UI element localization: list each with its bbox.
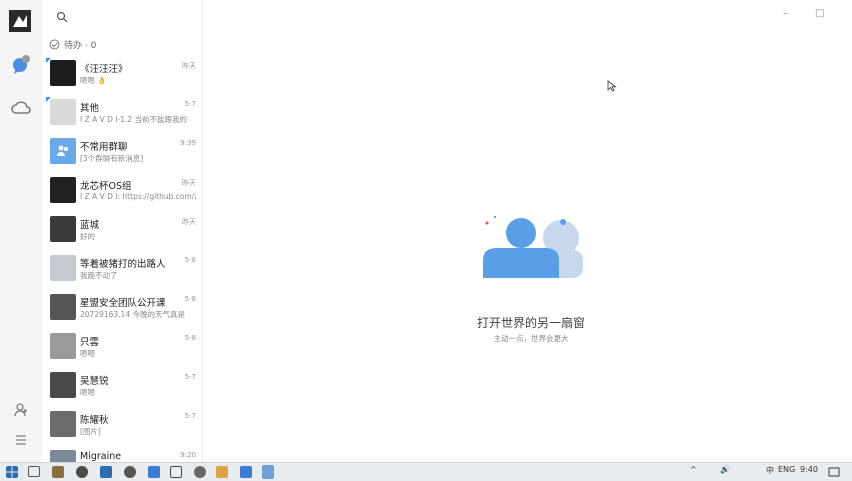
tray-chevron-icon[interactable]: ^ — [690, 465, 697, 474]
list-item[interactable]: 龙芯杯OS组 昨天 I Z A V D I: https://github.co… — [42, 175, 202, 213]
mail-icon[interactable] — [240, 466, 252, 478]
conversation-name: 只雲 — [80, 337, 100, 348]
avatar-image — [9, 10, 31, 32]
conversation-preview: I Z A V D I: https://github.com/z4 — [80, 192, 196, 201]
empty-state-title: 打开世界的另一扇窗 — [476, 316, 585, 330]
avatar — [50, 450, 76, 462]
chat-bubble-icon[interactable] — [11, 55, 31, 75]
avatar — [50, 411, 76, 437]
todo-bar[interactable]: 待办 · 0 — [49, 37, 96, 51]
list-item[interactable]: 不常用群聊 9:39 [3个群聊有新消息] — [42, 136, 202, 174]
language-indicator[interactable]: ENG — [778, 465, 795, 474]
conversation-preview: 好的 — [80, 232, 95, 241]
conversation-name: 蓝城 — [80, 220, 100, 231]
pinned-app-icon[interactable] — [262, 465, 274, 479]
empty-state-subtitle: 主动一点，世界会更大 — [493, 334, 569, 343]
notification-icon[interactable] — [828, 466, 840, 478]
avatar — [50, 255, 76, 281]
conversation-name: 陈耀秋 — [80, 415, 109, 426]
conversation-time: 5-8 — [184, 334, 196, 342]
conversation-preview: I Z A V D I-1.2 当前不能跟我的 — [80, 115, 188, 124]
mouse-cursor-icon — [607, 80, 617, 92]
conversation-name: 《汪汪汪》 — [80, 64, 128, 75]
task-view-icon[interactable] — [28, 466, 40, 477]
edge-icon[interactable] — [100, 466, 112, 478]
user-avatar[interactable] — [9, 10, 31, 32]
list-item[interactable]: 陈耀秋 5-7 [图片] — [42, 409, 202, 447]
settings-icon[interactable] — [194, 466, 206, 478]
conversation-name: 星盟安全团队公开课 — [80, 298, 166, 309]
chrome-icon[interactable] — [76, 466, 88, 478]
volume-icon[interactable]: 🔊 — [720, 465, 730, 474]
group-icon — [57, 145, 68, 156]
avatar — [50, 216, 76, 242]
shield-icon[interactable] — [148, 466, 160, 478]
conversation-name: 吴慧锐 — [80, 376, 109, 387]
explorer-icon[interactable] — [216, 466, 228, 478]
minimize-button[interactable]: – — [783, 8, 788, 19]
conversation-time: 昨天 — [182, 179, 196, 187]
add-contact-icon[interactable] — [11, 400, 31, 420]
avatar — [50, 294, 76, 320]
files-icon[interactable] — [52, 466, 64, 478]
avatar — [50, 372, 76, 398]
conversation-time: 5-8 — [184, 295, 196, 303]
list-item[interactable]: 等着被猪打的出路人 5-8 我跑不动了 — [42, 253, 202, 291]
conversation-time: 5-7 — [184, 373, 196, 381]
conversation-preview: 我跑不动了 — [80, 271, 118, 280]
conversation-time: 5-8 — [184, 256, 196, 264]
start-icon[interactable] — [6, 466, 18, 478]
conversation-name: 其他 — [80, 103, 100, 114]
list-item[interactable]: 其他 5-7 I Z A V D I-1.2 当前不能跟我的 — [42, 97, 202, 135]
conversation-preview: 嗯嗯 — [80, 388, 95, 397]
conversation-preview: 20729163.14 今晚的天气真是 — [80, 310, 185, 319]
menu-icon[interactable] — [11, 430, 31, 450]
avatar — [50, 99, 76, 125]
conversation-name: 龙芯杯OS组 — [80, 181, 132, 192]
conversation-time: 5-7 — [184, 412, 196, 420]
conversation-time: 昨天 — [182, 218, 196, 226]
conversation-preview: [3个群聊有新消息] — [80, 154, 144, 163]
maximize-button[interactable]: □ — [815, 8, 824, 19]
list-item[interactable]: Migraine 9:20 — [42, 448, 202, 462]
conversation-list: 待办 · 0 《汪汪汪》 昨天 嗯嗯 👌 其他 5-7 I Z A V D I-… — [42, 0, 203, 462]
group-avatar — [50, 138, 76, 164]
taskbar: ^ 🔊 中 ENG 9:40 — [0, 462, 852, 481]
list-item[interactable]: 《汪汪汪》 昨天 嗯嗯 👌 — [42, 58, 202, 96]
clock[interactable]: 9:40 — [800, 465, 818, 474]
conversation-time: 昨天 — [182, 62, 196, 70]
conversation-time: 9:20 — [180, 451, 196, 459]
chat-main-area: – □ 打开世界的另一扇窗 主动一点，世界会更大 — [203, 0, 852, 462]
avatar — [50, 60, 76, 86]
cloud-icon[interactable] — [11, 98, 31, 118]
conversation-time: 9:39 — [180, 139, 196, 147]
conversation-time: 5-7 — [184, 100, 196, 108]
list-item[interactable]: 星盟安全团队公开课 5-8 20729163.14 今晚的天气真是 — [42, 292, 202, 330]
search-icon[interactable] — [56, 8, 72, 24]
conversation-preview: [图片] — [80, 427, 101, 436]
ime-indicator[interactable]: 中 — [766, 465, 774, 476]
conversation-preview: 嗯嗯 👌 — [80, 76, 107, 85]
check-circle-icon — [49, 39, 60, 49]
conversation-preview: 嗯嗯 — [80, 349, 95, 358]
conversation-name: 等着被猪打的出路人 — [80, 259, 166, 270]
list-item[interactable]: 蓝城 昨天 好的 — [42, 214, 202, 252]
list-item[interactable]: 只雲 5-8 嗯嗯 — [42, 331, 202, 369]
copy-icon[interactable] — [170, 466, 182, 478]
avatar — [50, 177, 76, 203]
list-item[interactable]: 吴慧锐 5-7 嗯嗯 — [42, 370, 202, 408]
todo-label: 待办 · 0 — [64, 40, 97, 51]
avatar — [50, 333, 76, 359]
left-nav-bar — [0, 0, 42, 462]
conversation-name: 不常用群聊 — [80, 142, 128, 153]
empty-state-illustration — [483, 215, 583, 278]
qq-icon[interactable] — [124, 466, 136, 478]
conversation-name: Migraine — [80, 451, 122, 462]
